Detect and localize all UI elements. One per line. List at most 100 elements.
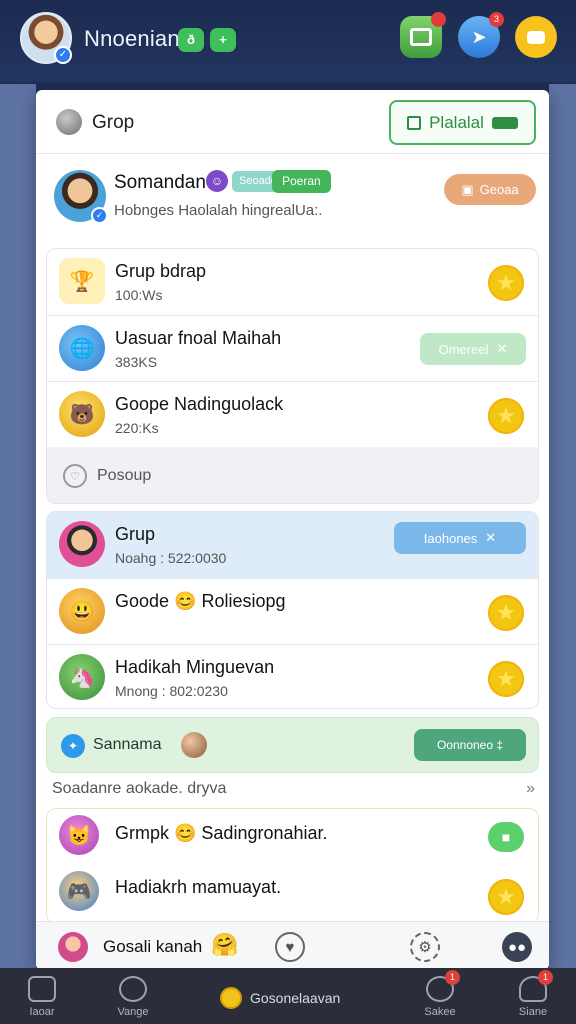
compass-icon xyxy=(119,976,147,1002)
profile-name: Somandan xyxy=(114,172,206,193)
panel-header: Grop Plalalal xyxy=(36,90,549,154)
item-title: Goope Nadinguolack xyxy=(115,394,284,414)
member-avatar: 😺 xyxy=(59,815,99,855)
panel-bottom-bar: Gosali kanah 🤗 ♥ ⚙ ●● xyxy=(36,921,549,970)
item-title: Goode 😊 Roliesiopg xyxy=(115,591,286,611)
member-avatar: 😃 xyxy=(59,588,105,634)
message-button[interactable]: Iaohones ✕ xyxy=(394,522,526,554)
header-action-label: Plalalal xyxy=(429,112,484,132)
notification-badge: 1 xyxy=(538,970,553,985)
profile-action-button[interactable]: ▣ Geoaa xyxy=(444,174,536,205)
item-title: Hadikah Minguevan xyxy=(115,657,275,677)
header-action-button[interactable]: Plalalal xyxy=(389,100,536,145)
share-icon[interactable]: ➤ 3 xyxy=(458,12,504,58)
nav-profile[interactable]: 1 Siane xyxy=(497,970,569,1020)
list-item[interactable]: 🦄 Hadikah Minguevan Mnong : 802:0230 ★ xyxy=(47,644,538,708)
chevron-right-icon[interactable]: » xyxy=(526,780,535,798)
home-icon xyxy=(28,976,56,1002)
member-avatar: 🦄 xyxy=(59,654,105,700)
emoji-icon: ☺ xyxy=(206,170,228,192)
nav-label: Iaoar xyxy=(29,1006,55,1018)
item-subtitle: 383KS xyxy=(115,354,158,370)
member-name: Gosali kanah xyxy=(103,937,203,956)
panel-title: Grop xyxy=(92,112,135,133)
nav-center[interactable]: Gosonelaavan xyxy=(220,986,340,1010)
list-item[interactable]: 😃 Goode 😊 Roliesiopg ★ xyxy=(47,578,538,644)
trophy-icon: 🏆 xyxy=(59,258,105,304)
member-avatar[interactable] xyxy=(58,932,88,962)
badge-icon xyxy=(491,116,518,129)
connect-button[interactable]: Omereel ✕ xyxy=(420,333,526,365)
item-title: Grmpk 😊 Sadingronahiar. xyxy=(115,823,328,843)
list-item[interactable]: 😺 Grmpk 😊 Sadingronahiar. ■ xyxy=(47,809,538,865)
item-title: Grup xyxy=(115,524,156,544)
bird-icon: ✦ xyxy=(61,734,85,758)
heart-icon: ♡ xyxy=(63,464,87,488)
message-label: Iaohones xyxy=(423,530,478,546)
item-subtitle: Noahg : 522:0030 xyxy=(115,550,227,566)
list-item[interactable]: 🌐 Uasuar fnoal Maihah 383KS Omereel ✕ xyxy=(47,315,538,381)
user-avatar[interactable]: ✓ xyxy=(20,12,72,64)
group-icon xyxy=(56,109,82,135)
share-badge: 3 xyxy=(489,12,504,27)
profile-row[interactable]: ✓ Somandan ☺ Seoade Poeran Hobnges Haola… xyxy=(36,154,549,244)
item-title: Uasuar fnoal Maihah xyxy=(115,328,282,348)
profile-action-label: Geoaa xyxy=(479,182,519,197)
username: Nnoenian xyxy=(84,26,180,51)
chat-bubble-icon[interactable]: ■ xyxy=(488,822,524,852)
top-bar: ✓ Nnoenian ð + ➤ 3 xyxy=(0,0,576,82)
group-list-card: 🏆 Grup bdrap 100:Ws ★ 🌐 Uasuar fnoal Mai… xyxy=(46,248,539,504)
square-icon xyxy=(407,115,422,130)
verified-icon: ✓ xyxy=(91,207,108,224)
nav-label: Sakee xyxy=(424,1006,456,1018)
item-subtitle: 220:Ks xyxy=(115,420,159,436)
list-item[interactable]: 🐻 Goope Nadinguolack 220:Ks ★ xyxy=(47,381,538,447)
promo-banner[interactable]: ✦ Sannama Oonnoneo ‡ xyxy=(46,717,539,773)
gift-icon[interactable] xyxy=(400,12,446,58)
item-subtitle: Mnong : 802:0230 xyxy=(115,683,228,699)
item-title: Grup bdrap xyxy=(115,261,207,281)
list-item[interactable]: 🎮 Hadiakrh mamuayat. ★ xyxy=(47,865,538,923)
promo-label: Sannama xyxy=(93,736,162,753)
promo-button[interactable]: Oonnoneo ‡ xyxy=(414,729,526,761)
group-footer[interactable]: ♡ Posoup xyxy=(47,447,538,503)
star-icon[interactable]: ★ xyxy=(488,265,524,301)
profile-subtitle: Hobnges Haolalah hingrealUa:. xyxy=(114,202,323,219)
globe-icon: 🌐 xyxy=(59,325,105,371)
nav-vange[interactable]: Vange xyxy=(97,976,169,1020)
member-avatar xyxy=(59,521,105,567)
notification-dot xyxy=(431,12,446,27)
settings-gear-icon[interactable]: ⚙ xyxy=(410,932,440,962)
list-item[interactable]: 🏆 Grup bdrap 100:Ws ★ xyxy=(47,249,538,315)
footer-label: Posoup xyxy=(97,467,152,484)
camera-icon: ▣ xyxy=(461,181,474,197)
background-right xyxy=(549,84,576,968)
ball-icon xyxy=(181,732,207,758)
star-icon[interactable]: ★ xyxy=(488,661,524,697)
profile-avatar[interactable]: ✓ xyxy=(54,170,108,224)
item-title: Hadiakrh mamuayat. xyxy=(115,877,282,897)
star-icon[interactable]: ★ xyxy=(488,879,524,915)
star-icon[interactable]: ★ xyxy=(488,595,524,631)
group-icon[interactable]: ●● xyxy=(502,932,532,962)
center-label: Gosonelaavan xyxy=(250,990,341,1006)
list-item[interactable]: Grup Noahg : 522:0030 Iaohones ✕ xyxy=(47,512,538,578)
suggestion-row[interactable]: Soadanre aokade. dryva » xyxy=(52,780,535,808)
nav-label: Vange xyxy=(117,1006,149,1018)
members-card: Grup Noahg : 522:0030 Iaohones ✕ 😃 Goode… xyxy=(46,511,539,709)
close-icon: ✕ xyxy=(485,530,497,545)
verified-icon: ✓ xyxy=(54,46,72,64)
add-chip[interactable]: + xyxy=(210,28,236,52)
mascot-icon: 🐻 xyxy=(59,391,105,437)
nav-label: Siane xyxy=(518,1006,548,1018)
nav-home[interactable]: Iaoar xyxy=(6,976,78,1020)
coin-icon xyxy=(220,987,242,1009)
status-chip[interactable]: ð xyxy=(178,28,204,52)
chat-icon[interactable] xyxy=(515,16,557,58)
nav-sakee[interactable]: 1 Sakee xyxy=(404,970,476,1020)
hug-emoji-icon: 🤗 xyxy=(211,932,239,957)
heart-nav-icon: 1 xyxy=(426,970,460,1002)
notification-badge: 1 xyxy=(445,970,460,985)
star-icon[interactable]: ★ xyxy=(488,398,524,434)
shield-icon[interactable]: ♥ xyxy=(275,932,305,962)
